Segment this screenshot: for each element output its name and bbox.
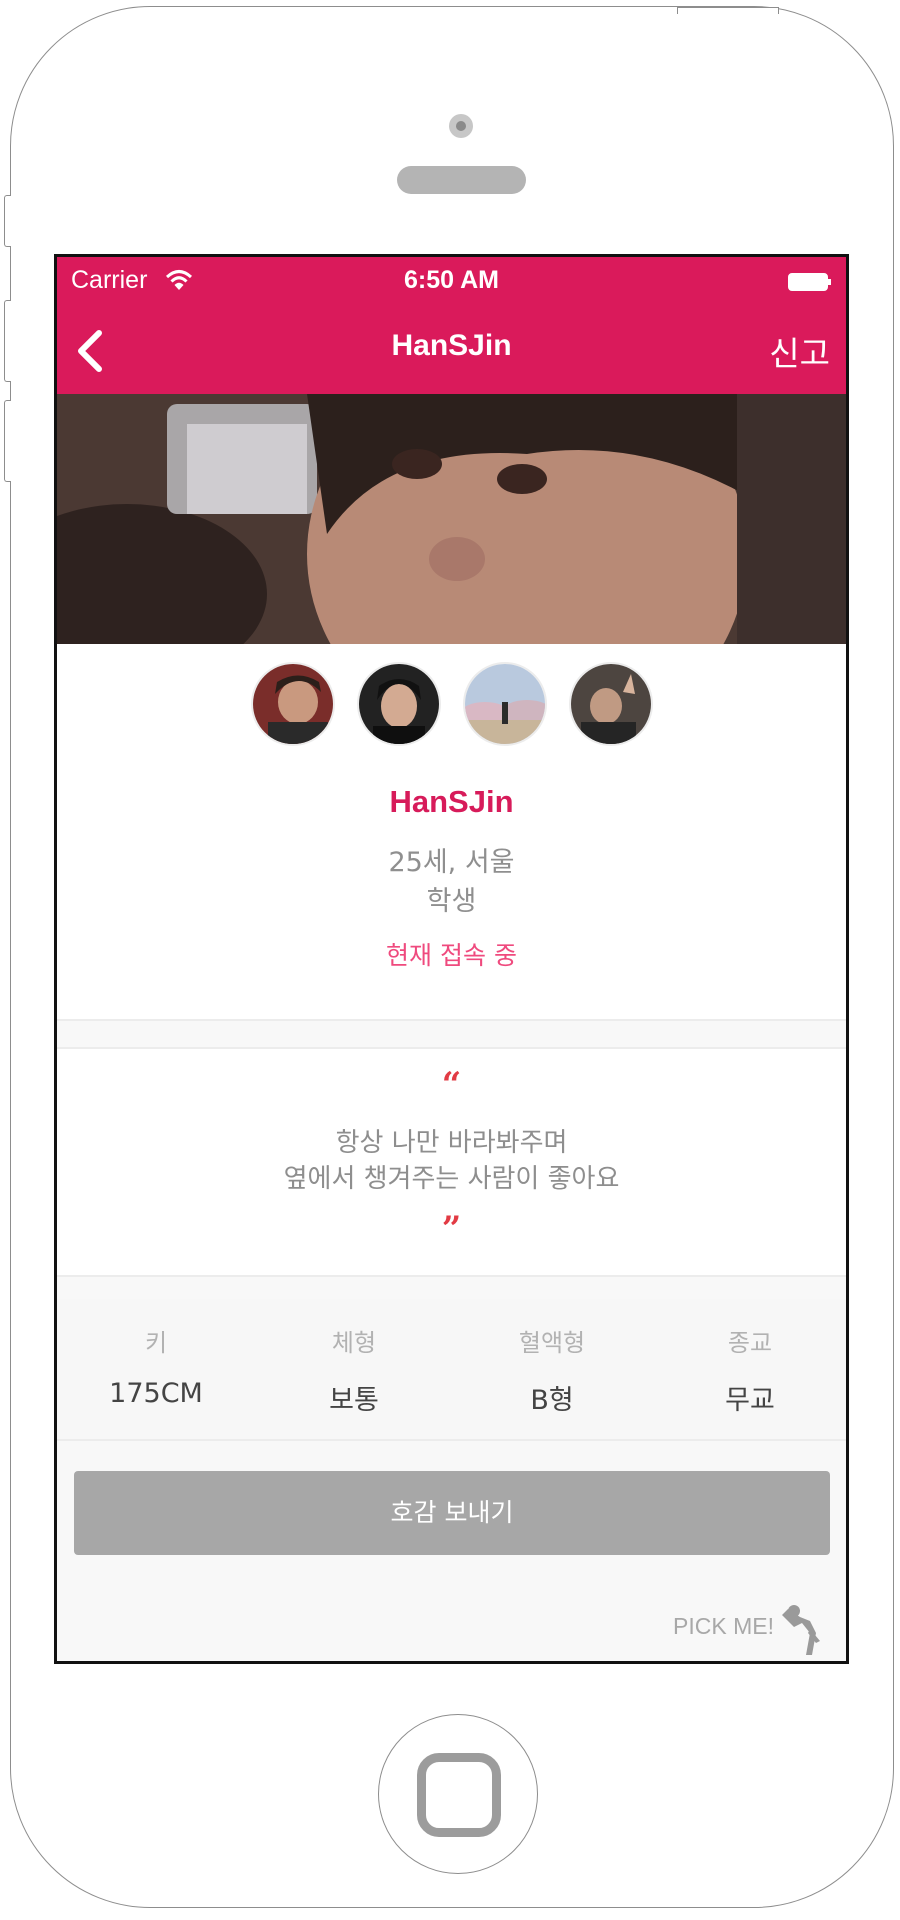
photo-thumbnail-image <box>571 664 651 744</box>
report-button[interactable]: 신고 <box>769 327 830 375</box>
cover-photo-image <box>57 394 846 644</box>
profile-age-location: 25세, 서울 <box>388 847 515 878</box>
status-bar: Carrier 6:50 AM <box>57 257 846 307</box>
photo-thumbnail[interactable] <box>251 662 335 746</box>
pick-me-person-icon <box>782 1605 820 1655</box>
photo-thumbnail-image <box>465 664 545 744</box>
photo-thumbnail[interactable] <box>569 662 653 746</box>
quote-line: 옆에서 챙겨주는 사람이 좋아요 <box>283 1164 620 1194</box>
photo-thumbnails <box>57 644 846 756</box>
power-button <box>677 7 779 14</box>
send-like-button[interactable]: 호감 보내기 <box>74 1471 830 1555</box>
app-screen: Carrier 6:50 AM HanSJin 신고 HanSJin 25세, … <box>54 254 849 1664</box>
pick-me-label: PICK ME! <box>673 1613 774 1639</box>
battery-icon <box>788 273 831 291</box>
profile-info: HanSJin 25세, 서울 학생 현재 접속 중 <box>57 756 846 1021</box>
stat-value: 175CM <box>109 1378 203 1409</box>
status-time: 6:50 AM <box>404 266 499 294</box>
stat-value: 무교 <box>725 1385 775 1416</box>
stat-label: 키 <box>144 1329 168 1357</box>
mute-switch <box>4 195 11 247</box>
stat-religion: 종교 무교 <box>651 1323 846 1417</box>
online-status: 현재 접속 중 <box>386 941 517 970</box>
open-quote-icon: “ <box>441 1065 462 1105</box>
profile-occupation: 학생 <box>426 886 477 917</box>
home-button[interactable] <box>378 1714 538 1874</box>
profile-stats: 키 175CM 체형 보통 혈액형 B형 종교 무교 <box>57 1299 846 1439</box>
stat-label: 체형 <box>331 1329 377 1357</box>
front-camera <box>449 114 473 138</box>
divider <box>57 1439 846 1441</box>
profile-quote: “ 항상 나만 바라봐주며 옆에서 챙겨주는 사람이 좋아요 ” <box>57 1047 846 1277</box>
navigation-bar: HanSJin 신고 <box>57 307 846 394</box>
volume-down-button <box>4 400 11 482</box>
stat-label: 혈액형 <box>518 1329 586 1357</box>
photo-thumbnail[interactable] <box>463 662 547 746</box>
quote-text: 항상 나만 바라봐주며 옆에서 챙겨주는 사람이 좋아요 <box>57 1125 846 1197</box>
cover-photo[interactable] <box>57 394 846 644</box>
home-button-square-icon <box>417 1753 501 1837</box>
profile-name: HanSJin <box>389 784 514 819</box>
photo-thumbnail-image <box>253 664 333 744</box>
stat-body-type: 체형 보통 <box>255 1323 453 1417</box>
quote-line: 항상 나만 바라봐주며 <box>335 1128 568 1158</box>
stat-label: 종교 <box>727 1329 773 1357</box>
page-title: HanSJin <box>391 329 512 362</box>
photo-thumbnail-image <box>359 664 439 744</box>
stat-height: 키 175CM <box>57 1323 255 1409</box>
photo-thumbnail[interactable] <box>357 662 441 746</box>
close-quote-icon: ” <box>441 1209 462 1249</box>
stat-value: 보통 <box>329 1385 379 1416</box>
stat-blood-type: 혈액형 B형 <box>453 1323 651 1417</box>
volume-up-button <box>4 300 11 382</box>
stat-value: B형 <box>530 1385 574 1416</box>
earpiece-speaker <box>397 166 526 194</box>
